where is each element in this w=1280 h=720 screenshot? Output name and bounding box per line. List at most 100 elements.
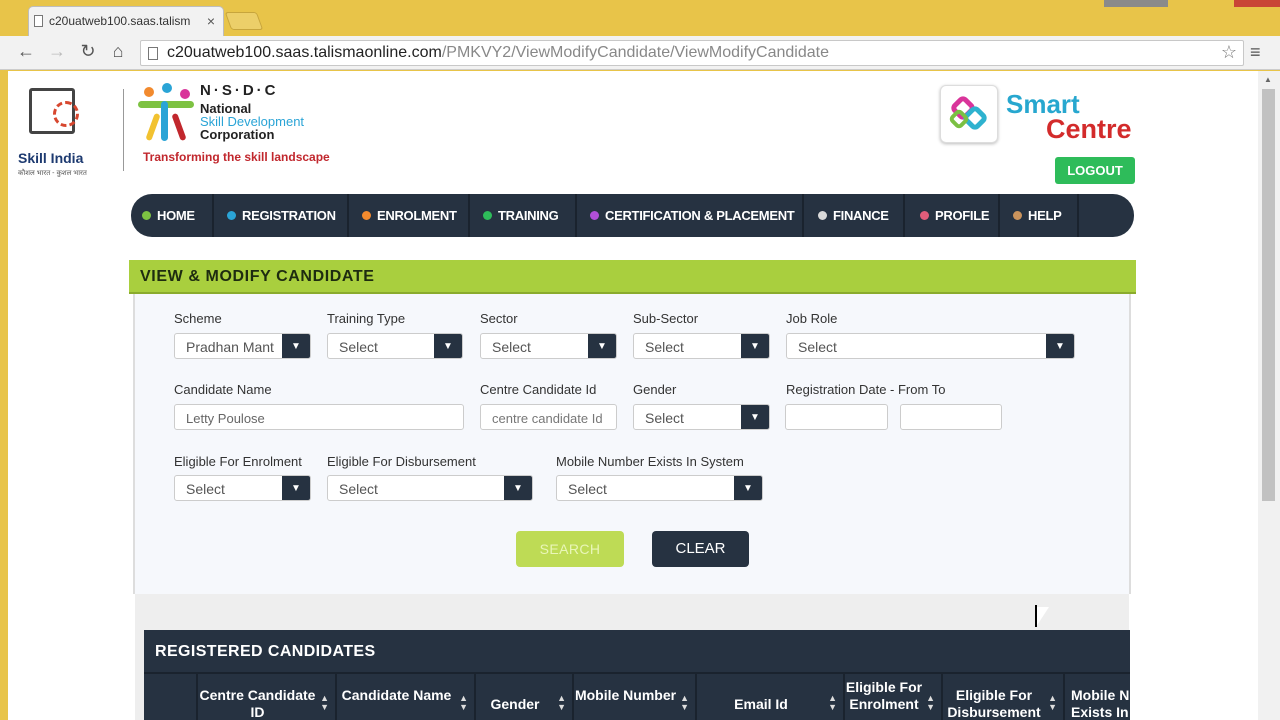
user-profile-button[interactable] bbox=[1104, 0, 1168, 7]
scroll-up-icon[interactable]: ▲ bbox=[1264, 75, 1272, 84]
mouse-cursor-icon bbox=[1035, 605, 1049, 627]
chevron-down-icon[interactable]: ▼ bbox=[434, 334, 462, 358]
back-icon[interactable]: ← bbox=[14, 41, 38, 62]
column-header-eligible-enrolment[interactable]: Eligible For Enrolment ▲ ▼ bbox=[845, 674, 943, 720]
column-header-gender[interactable]: Gender ▲ ▼ bbox=[476, 674, 574, 720]
eligible-enrolment-select[interactable]: Select ▼ bbox=[174, 475, 311, 501]
nav-label: HELP bbox=[1028, 208, 1062, 223]
skill-india-title: Skill India bbox=[18, 150, 84, 166]
browser-menu-icon[interactable]: ≡ bbox=[1250, 42, 1261, 63]
nav-item-enrolment[interactable]: ENROLMENT bbox=[349, 194, 470, 237]
nav-item-profile[interactable]: PROFILE bbox=[905, 194, 1000, 237]
candidate-name-input[interactable]: Letty Poulose bbox=[174, 404, 464, 430]
nav-dot bbox=[227, 211, 236, 220]
sort-icon[interactable]: ▲ ▼ bbox=[320, 694, 329, 712]
nav-item-certification-placement[interactable]: CERTIFICATION & PLACEMENT bbox=[577, 194, 804, 237]
search-button[interactable]: SEARCH bbox=[516, 531, 624, 567]
bookmark-star-icon[interactable]: ☆ bbox=[1221, 42, 1237, 63]
column-label: Centre Candidate ID bbox=[199, 687, 316, 720]
sub-sector-select[interactable]: Select ▼ bbox=[633, 333, 770, 359]
window-close-button[interactable] bbox=[1234, 0, 1280, 7]
sort-icon[interactable]: ▲ ▼ bbox=[926, 694, 935, 712]
clear-button[interactable]: CLEAR bbox=[652, 531, 749, 567]
job-role-value: Select bbox=[798, 339, 837, 355]
mobile-exists-select[interactable]: Select ▼ bbox=[556, 475, 763, 501]
job-role-label: Job Role bbox=[786, 311, 838, 326]
mobile-exists-value: Select bbox=[568, 481, 607, 497]
eligible-enrolment-value: Select bbox=[186, 481, 225, 497]
page-scrollbar[interactable]: ▲ bbox=[1258, 71, 1280, 720]
nav-item-finance[interactable]: FINANCE bbox=[804, 194, 905, 237]
nsdc-title: N·S·D·C bbox=[200, 82, 279, 99]
eligible-disbursement-select[interactable]: Select ▼ bbox=[327, 475, 533, 501]
nsdc-line3: Corporation bbox=[200, 127, 275, 142]
gender-label: Gender bbox=[633, 382, 677, 397]
nav-label: CERTIFICATION & PLACEMENT bbox=[605, 208, 795, 223]
chevron-down-icon[interactable]: ▼ bbox=[734, 476, 762, 500]
column-header-select bbox=[144, 674, 198, 720]
gender-select[interactable]: Select ▼ bbox=[633, 404, 770, 430]
sector-select[interactable]: Select ▼ bbox=[480, 333, 617, 359]
eligible-disbursement-label: Eligible For Disbursement bbox=[327, 454, 476, 469]
training-type-select[interactable]: Select ▼ bbox=[327, 333, 463, 359]
smart-centre-title-centre: Centre bbox=[1046, 114, 1132, 144]
chevron-down-icon[interactable]: ▼ bbox=[741, 405, 769, 429]
page-info-icon[interactable] bbox=[148, 47, 158, 60]
job-role-select[interactable]: Select ▼ bbox=[786, 333, 1075, 359]
scrollbar-thumb[interactable] bbox=[1262, 89, 1275, 501]
gender-value: Select bbox=[645, 410, 684, 426]
column-header-mobile-number[interactable]: Mobile Number ▲ ▼ bbox=[574, 674, 697, 720]
new-tab-button[interactable] bbox=[224, 12, 264, 30]
chevron-down-icon[interactable]: ▼ bbox=[282, 334, 310, 358]
forward-icon[interactable]: → bbox=[45, 41, 69, 62]
column-label: Candidate Name bbox=[341, 687, 452, 703]
logout-button[interactable]: LOGOUT bbox=[1055, 157, 1135, 184]
eligible-enrolment-label: Eligible For Enrolment bbox=[174, 454, 302, 469]
main-nav: HOME REGISTRATION ENROLMENT TRAINING CER… bbox=[131, 194, 1134, 237]
nsdc-tagline: Transforming the skill landscape bbox=[143, 150, 330, 164]
column-label: Gender bbox=[490, 696, 540, 712]
address-bar[interactable]: c20uatweb100.saas.talismaonline.com/PMKV… bbox=[140, 40, 1244, 66]
column-header-candidate-name[interactable]: Candidate Name ▲ ▼ bbox=[337, 674, 476, 720]
sort-icon[interactable]: ▲ ▼ bbox=[828, 694, 837, 712]
scheme-select[interactable]: Pradhan Mant ▼ bbox=[174, 333, 311, 359]
sort-icon[interactable]: ▲ ▼ bbox=[557, 694, 566, 712]
column-header-mobile-exists[interactable]: Mobile Number Exists In System bbox=[1065, 674, 1195, 720]
training-type-value: Select bbox=[339, 339, 378, 355]
nav-item-registration[interactable]: REGISTRATION bbox=[214, 194, 349, 237]
close-tab-icon[interactable]: × bbox=[207, 13, 215, 29]
candidate-name-label: Candidate Name bbox=[174, 382, 272, 397]
skill-india-emblem-icon bbox=[29, 88, 79, 134]
nav-dot bbox=[920, 211, 929, 220]
sort-icon[interactable]: ▲ ▼ bbox=[459, 694, 468, 712]
page-icon bbox=[34, 15, 43, 27]
registration-date-to-input[interactable] bbox=[900, 404, 1002, 430]
chevron-down-icon[interactable]: ▼ bbox=[588, 334, 616, 358]
centre-candidate-id-input[interactable]: centre candidate Id bbox=[480, 404, 617, 430]
column-header-eligible-disbursement[interactable]: Eligible For Disbursement ▲ ▼ bbox=[943, 674, 1065, 720]
smart-centre-logo-icon bbox=[940, 85, 998, 143]
logo-divider bbox=[123, 89, 124, 171]
nav-item-home[interactable]: HOME bbox=[131, 194, 214, 237]
chevron-down-icon[interactable]: ▼ bbox=[1046, 334, 1074, 358]
sort-icon[interactable]: ▲ ▼ bbox=[1048, 694, 1057, 712]
sub-sector-value: Select bbox=[645, 339, 684, 355]
chevron-down-icon[interactable]: ▼ bbox=[282, 476, 310, 500]
column-header-centre-candidate-id[interactable]: Centre Candidate ID ▲ ▼ bbox=[198, 674, 337, 720]
chevron-down-icon[interactable]: ▼ bbox=[741, 334, 769, 358]
nav-item-help[interactable]: HELP bbox=[1000, 194, 1079, 237]
url-host: c20uatweb100.saas.talismaonline.com bbox=[167, 44, 442, 61]
skill-india-subtitle: कौशल भारत - कुशल भारत bbox=[18, 170, 87, 177]
scheme-label: Scheme bbox=[174, 311, 222, 326]
chevron-down-icon[interactable]: ▼ bbox=[504, 476, 532, 500]
nav-item-training[interactable]: TRAINING bbox=[470, 194, 577, 237]
sort-icon[interactable]: ▲ ▼ bbox=[680, 694, 689, 712]
registration-date-from-input[interactable] bbox=[785, 404, 888, 430]
nav-label: REGISTRATION bbox=[242, 208, 336, 223]
home-icon[interactable]: ⌂ bbox=[106, 41, 130, 62]
tab-title: c20uatweb100.saas.talism bbox=[49, 14, 191, 28]
browser-tab[interactable]: c20uatweb100.saas.talism × bbox=[28, 6, 224, 36]
column-header-email-id[interactable]: Email Id ▲ ▼ bbox=[697, 674, 845, 720]
reload-icon[interactable]: ↻ bbox=[76, 41, 100, 62]
browser-toolbar: ← → ↻ ⌂ c20uatweb100.saas.talismaonline.… bbox=[0, 36, 1280, 70]
